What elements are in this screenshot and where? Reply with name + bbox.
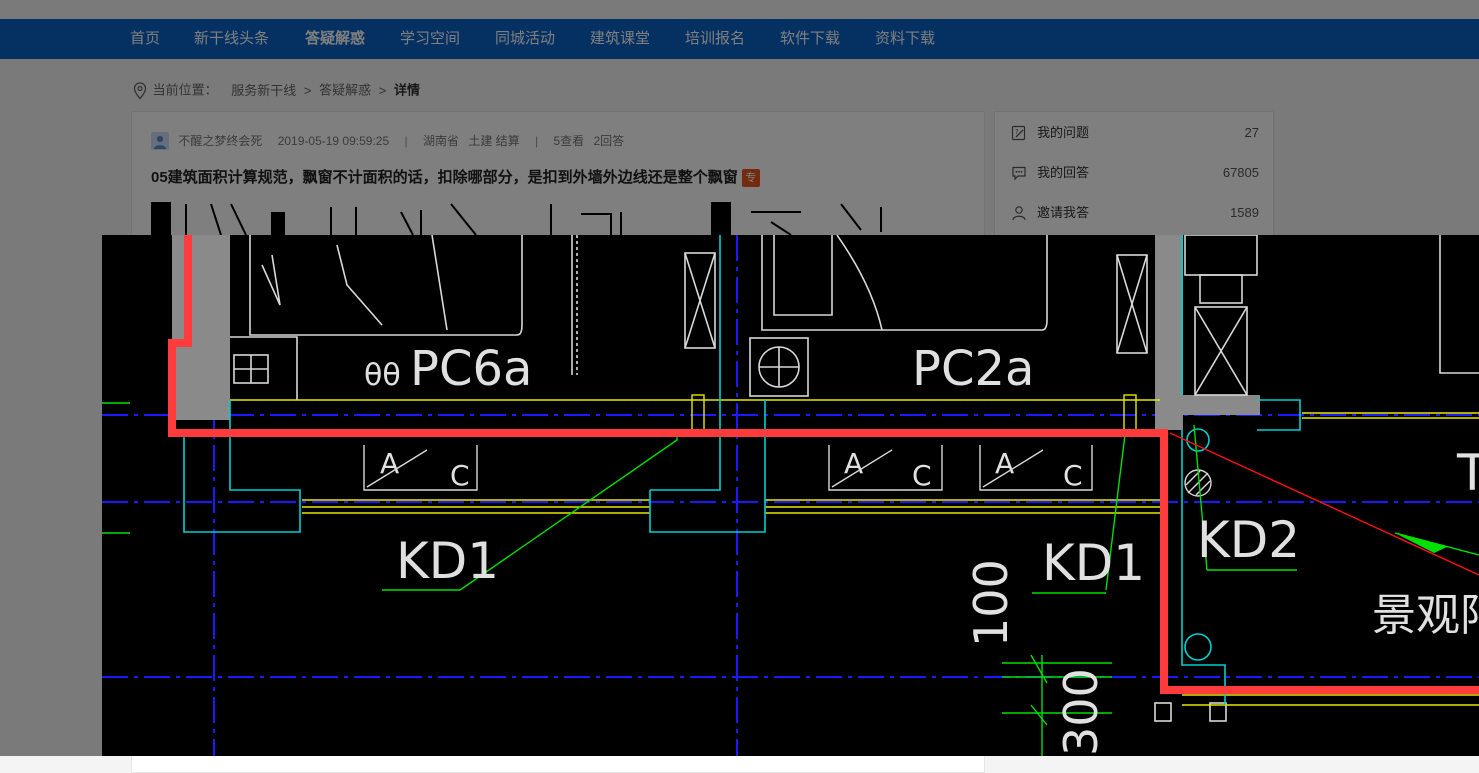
drawing-label-balcony: 景观阳台 bbox=[1372, 590, 1479, 641]
drawing-mark-a: A bbox=[995, 447, 1014, 480]
drawing-dimension-300: 300 bbox=[1054, 668, 1108, 756]
drawing-label-kd2: KD2 bbox=[1197, 511, 1300, 569]
drawing-label-kd1-right: KD1 bbox=[1042, 534, 1145, 592]
drawing-dimension-100: 100 bbox=[964, 559, 1018, 647]
drawing-mark-a: A bbox=[844, 447, 863, 480]
drawing-label-pc2a: PC2a bbox=[912, 341, 1034, 397]
drawing-label-kd1-left: KD1 bbox=[396, 532, 499, 590]
drawing-label-pc6a: PC6a bbox=[410, 341, 532, 397]
drawing-mark-c: C bbox=[912, 459, 932, 492]
drawing-label-tf: TF bbox=[1456, 444, 1479, 502]
drawing-mark-a: A bbox=[380, 447, 399, 480]
drawing-mark: θθ bbox=[364, 358, 401, 393]
cad-drawing-zoom[interactable]: PC6a θθ PC2a KD1 KD1 KD2 TF 景观阳台 100 300… bbox=[102, 235, 1479, 756]
drawing-mark-c: C bbox=[450, 459, 470, 492]
drawing-mark-c: C bbox=[1063, 459, 1083, 492]
